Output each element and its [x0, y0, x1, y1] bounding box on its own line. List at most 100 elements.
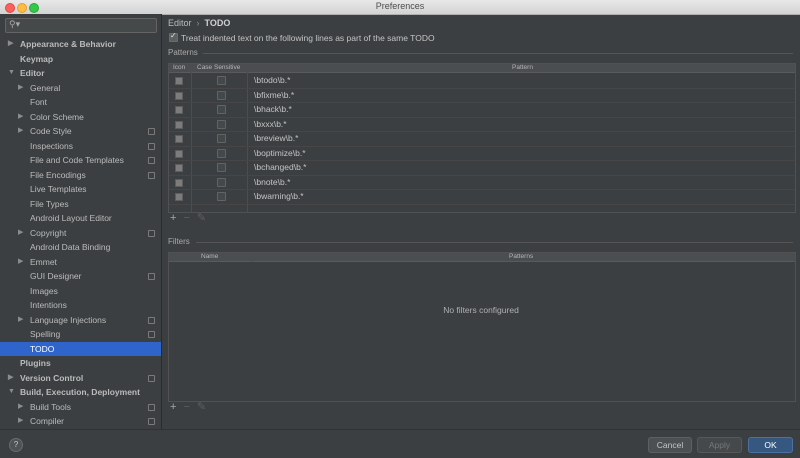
table-row[interactable]: \bwarning\b.*	[169, 189, 795, 205]
sidebar-item-color-scheme[interactable]: ▶ Color Scheme	[0, 110, 161, 125]
todo-pattern-icon[interactable]	[175, 106, 183, 114]
sidebar-item-label: Android Layout Editor	[30, 213, 112, 223]
chevron-right-icon[interactable]: ▶	[18, 414, 23, 429]
sidebar-item-keymap[interactable]: Keymap	[0, 52, 161, 67]
todo-pattern-icon[interactable]	[175, 149, 183, 158]
sidebar-item-android-layout-editor[interactable]: Android Layout Editor	[0, 211, 161, 226]
chevron-right-icon[interactable]: ▶	[18, 124, 23, 139]
sidebar-item-copyright[interactable]: ▶ Copyright	[0, 226, 161, 241]
settings-search-input[interactable]: ⚲▾	[5, 18, 157, 33]
todo-pattern-icon[interactable]	[175, 120, 183, 129]
case-sensitive-checkbox[interactable]	[217, 105, 226, 114]
table-row[interactable]: \bxxx\b.*	[169, 117, 795, 132]
project-scope-icon	[148, 273, 155, 280]
case-sensitive-checkbox[interactable]	[217, 192, 226, 201]
patterns-section-divider	[203, 53, 793, 54]
window-title: Preferences	[375, 1, 425, 11]
table-row[interactable]: \bhack\b.*	[169, 102, 795, 118]
ok-button[interactable]: OK	[748, 437, 793, 453]
edit-filter-icon[interactable]: ✎	[197, 401, 206, 413]
sidebar-item-label: Intentions	[30, 300, 67, 310]
sidebar-item-inspections[interactable]: Inspections	[0, 139, 161, 154]
sidebar-item-gui-designer[interactable]: GUI Designer	[0, 269, 161, 284]
table-row[interactable]: \breview\b.*	[169, 131, 795, 147]
apply-button[interactable]: Apply	[697, 437, 742, 453]
todo-pattern-icon[interactable]	[175, 91, 183, 100]
table-row[interactable]: \bnote\b.*	[169, 175, 795, 190]
sidebar-item-emmet[interactable]: ▶ Emmet	[0, 255, 161, 270]
chevron-down-icon[interactable]: ▼	[8, 66, 15, 81]
todo-pattern-icon[interactable]	[175, 178, 183, 187]
chevron-down-icon[interactable]: ▼	[8, 385, 15, 400]
case-sensitive-checkbox[interactable]	[217, 177, 226, 187]
column-divider	[251, 253, 252, 262]
sidebar-item-editor[interactable]: ▼ Editor	[0, 66, 161, 81]
sidebar-item-live-templates[interactable]: Live Templates	[0, 182, 161, 197]
project-scope-icon	[148, 374, 155, 382]
chevron-right-icon[interactable]: ▶	[18, 255, 23, 270]
case-sensitive-checkbox[interactable]	[217, 148, 226, 158]
case-sensitive-checkbox[interactable]	[217, 76, 226, 85]
chevron-right-icon[interactable]: ▶	[18, 81, 23, 96]
filters-section-divider	[196, 242, 793, 243]
sidebar-item-plugins[interactable]: Plugins	[0, 356, 161, 371]
breadcrumb: Editor › TODO	[168, 18, 230, 28]
chevron-right-icon[interactable]: ▶	[18, 226, 23, 241]
sidebar-item-build-execution-deployment[interactable]: ▼ Build, Execution, Deployment	[0, 385, 161, 400]
todo-pattern-icon[interactable]	[175, 193, 183, 201]
help-button[interactable]: ?	[9, 438, 23, 452]
chevron-right-icon[interactable]: ▶	[18, 313, 23, 328]
edit-pattern-icon[interactable]: ✎	[197, 212, 206, 224]
chevron-right-icon[interactable]: ▶	[18, 400, 23, 415]
table-row[interactable]: \boptimize\b.*	[169, 146, 795, 161]
column-header-icon[interactable]: Icon	[173, 64, 185, 72]
table-row[interactable]: \bfixme\b.*	[169, 88, 795, 103]
case-sensitive-checkbox[interactable]	[217, 90, 226, 100]
column-header-name[interactable]: Name	[201, 253, 218, 261]
project-scope-icon	[148, 128, 155, 135]
column-header-pattern[interactable]: Pattern	[512, 64, 533, 72]
sidebar-item-appearance-behavior[interactable]: ▶ Appearance & Behavior	[0, 37, 161, 52]
todo-pattern-icon[interactable]	[175, 135, 183, 143]
sidebar-item-font[interactable]: Font	[0, 95, 161, 110]
sidebar-item-android-data-binding[interactable]: Android Data Binding	[0, 240, 161, 255]
table-row[interactable]: \btodo\b.*	[169, 73, 795, 89]
sidebar-item-file-and-code-templates[interactable]: File and Code Templates	[0, 153, 161, 168]
sidebar-item-language-injections[interactable]: ▶ Language Injections	[0, 313, 161, 328]
sidebar-item-code-style[interactable]: ▶ Code Style	[0, 124, 161, 139]
treat-indented-checkbox[interactable]	[169, 31, 178, 42]
window-titlebar: Preferences	[0, 0, 800, 15]
pattern-cell: \btodo\b.*	[254, 75, 291, 85]
todo-pattern-icon[interactable]	[175, 77, 183, 85]
sidebar-item-images[interactable]: Images	[0, 284, 161, 299]
sidebar-item-spelling[interactable]: Spelling	[0, 327, 161, 342]
chevron-right-icon[interactable]: ▶	[8, 37, 13, 52]
sidebar-item-general[interactable]: ▶ General	[0, 81, 161, 96]
sidebar-item-todo[interactable]: TODO	[0, 341, 161, 356]
todo-pattern-icon[interactable]	[175, 164, 183, 172]
sidebar-item-file-types[interactable]: File Types	[0, 197, 161, 212]
case-sensitive-checkbox[interactable]	[217, 119, 226, 129]
sidebar-item-file-encodings[interactable]: File Encodings	[0, 168, 161, 183]
sidebar-item-label: Build, Execution, Deployment	[20, 387, 140, 397]
chevron-right-icon[interactable]: ▶	[18, 110, 23, 125]
sidebar-item-version-control[interactable]: ▶ Version Control	[0, 371, 161, 386]
sidebar-item-build-tools[interactable]: ▶ Build Tools	[0, 400, 161, 415]
add-pattern-button[interactable]: +	[170, 212, 176, 224]
cancel-button[interactable]: Cancel	[648, 437, 692, 453]
remove-filter-button[interactable]: −	[183, 401, 189, 413]
filters-section-title: Filters	[168, 237, 190, 246]
column-header-patterns[interactable]: Patterns	[509, 253, 533, 261]
case-sensitive-checkbox[interactable]	[217, 163, 226, 172]
sidebar-item-label: General	[30, 82, 61, 93]
sidebar-item-intentions[interactable]: Intentions	[0, 298, 161, 313]
add-filter-button[interactable]: +	[170, 401, 176, 413]
table-row[interactable]: \bchanged\b.*	[169, 160, 795, 176]
column-header-case-sensitive[interactable]: Case Sensitive	[197, 64, 240, 72]
case-sensitive-checkbox[interactable]	[217, 134, 226, 143]
breadcrumb-parent: Editor	[168, 18, 192, 28]
chevron-right-icon[interactable]: ▶	[8, 371, 13, 386]
remove-pattern-button[interactable]: −	[183, 212, 189, 224]
pattern-cell: \bnote\b.*	[254, 176, 291, 187]
sidebar-item-compiler[interactable]: ▶ Compiler	[0, 414, 161, 429]
